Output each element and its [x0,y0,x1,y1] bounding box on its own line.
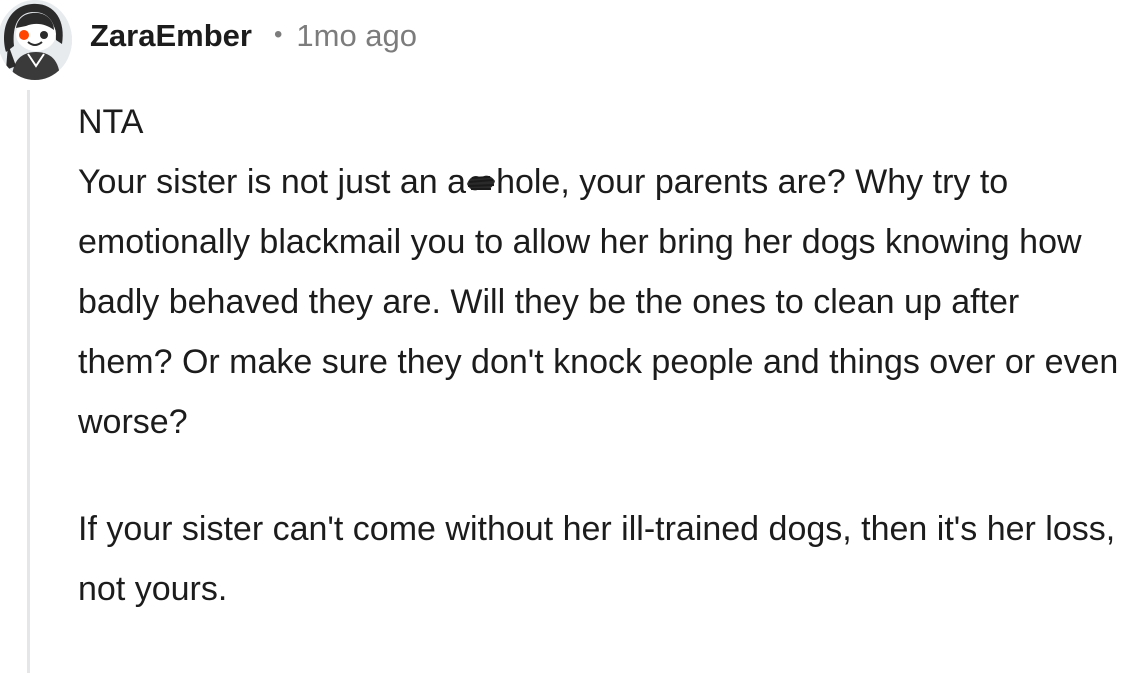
comment-paragraph: If your sister can't come without her il… [78,510,1116,608]
comment-text: hole, your parents are? Why try to emoti… [78,163,1119,441]
avatar[interactable] [0,0,72,80]
timestamp[interactable]: 1mo ago [296,18,417,54]
redaction-scribble-icon [466,172,496,194]
comment-text: Your sister is not just an a [78,163,467,201]
username[interactable]: ZaraEmber [90,18,252,54]
comment-verdict: NTA [78,103,144,141]
comment: ZaraEmber • 1mo ago NTA Your sister is n… [0,0,1127,673]
comment-header: ZaraEmber • 1mo ago [90,14,417,58]
snoo-avatar-icon [0,0,72,80]
comment-paragraph: Your sister is not just an a hole, your p… [78,152,1123,452]
separator-dot: • [273,21,283,48]
thread-collapse-line[interactable] [27,90,30,673]
comment-body: NTA Your sister is not just an a hole, yo… [78,92,1123,619]
